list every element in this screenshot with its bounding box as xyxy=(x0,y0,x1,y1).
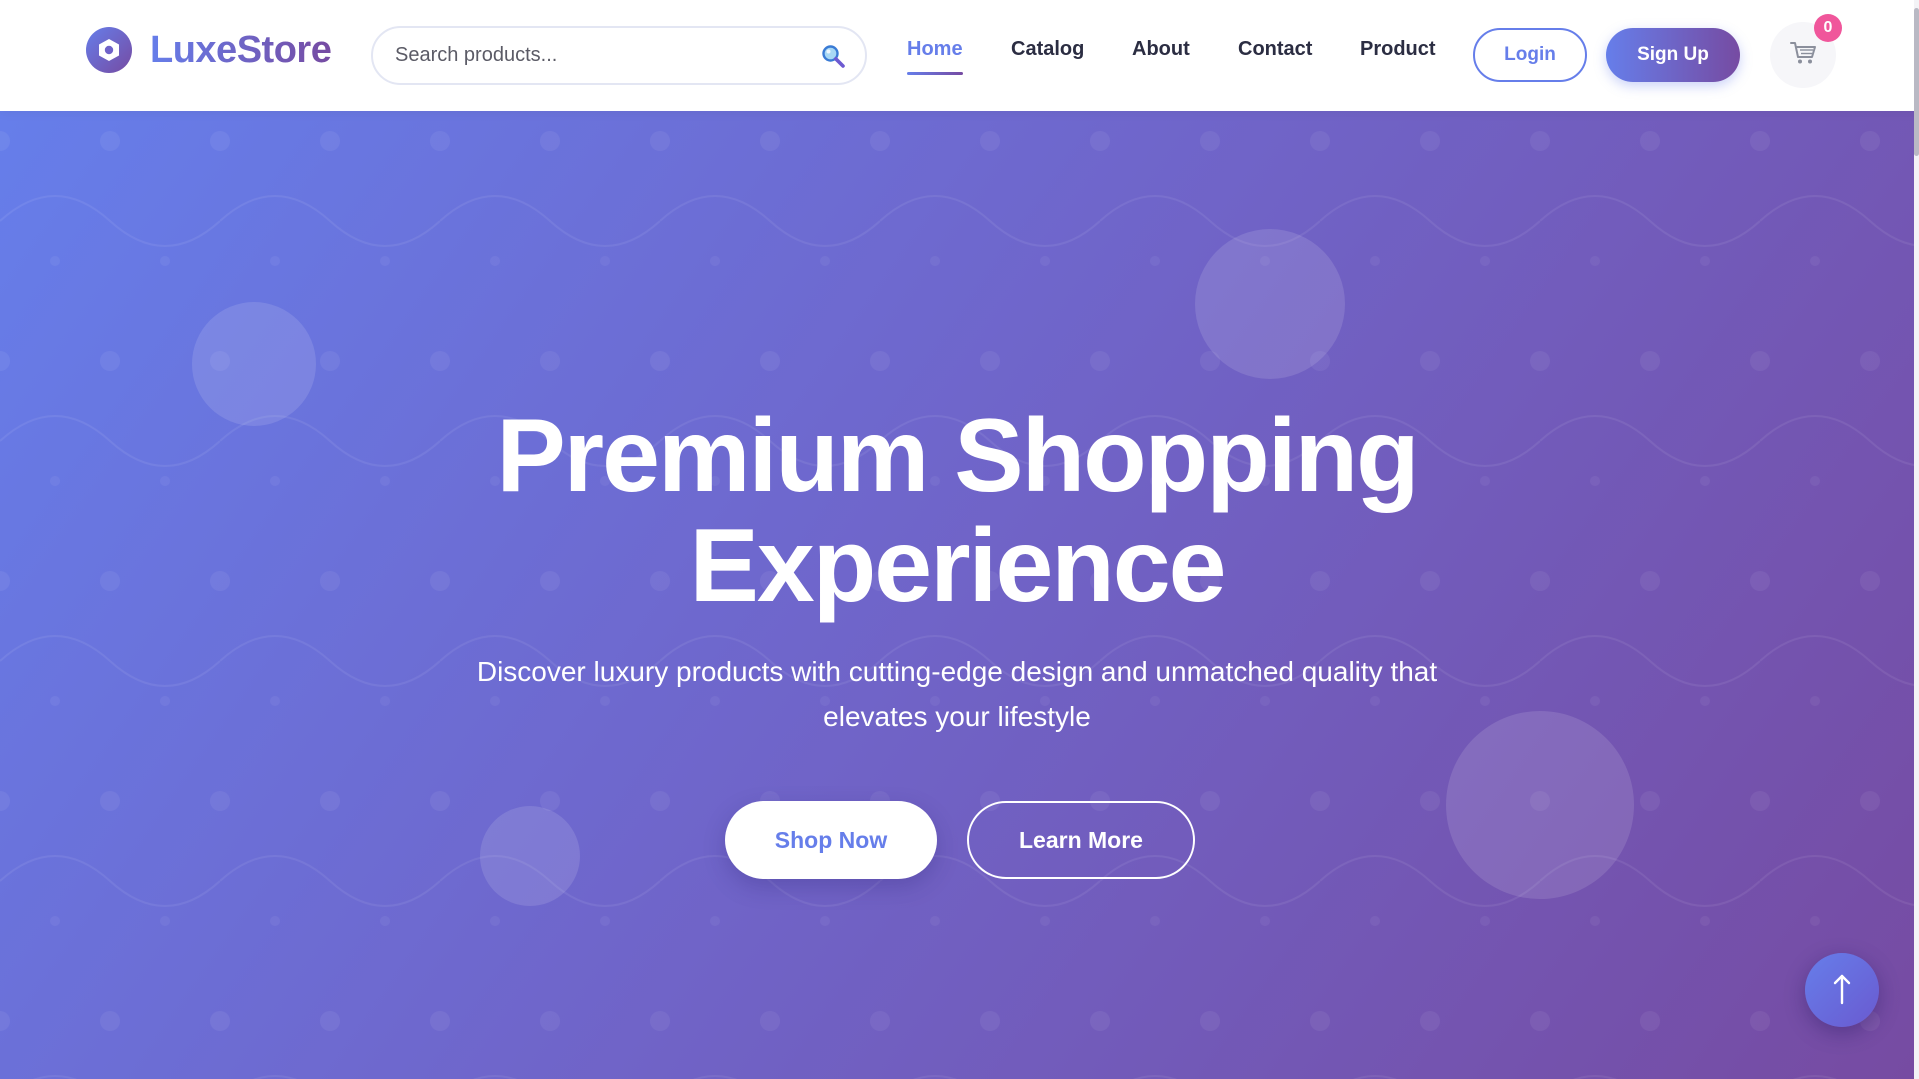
hero-title-line-1: Premium Shopping xyxy=(496,398,1419,514)
arrow-up-icon xyxy=(1830,972,1854,1009)
hero-subtitle: Discover luxury products with cutting-ed… xyxy=(476,656,1438,732)
cart-icon xyxy=(1789,40,1817,71)
hero-title-line-2: Experience xyxy=(689,508,1227,624)
page-scrollbar[interactable] xyxy=(1914,0,1919,1079)
learn-more-button[interactable]: Learn More xyxy=(967,801,1195,879)
scroll-to-top-button[interactable] xyxy=(1805,953,1879,1027)
signup-button[interactable]: Sign Up xyxy=(1606,28,1740,82)
hexagon-nut-icon xyxy=(86,27,132,73)
nav-catalog-label: Catalog xyxy=(1011,38,1085,60)
hero-title: Premium Shopping Experience xyxy=(0,401,1914,621)
search-icon[interactable] xyxy=(819,42,847,70)
logo-link[interactable]: LuxeStore xyxy=(86,26,332,74)
nav-contact[interactable]: Contact xyxy=(1238,38,1312,61)
hero-section: Premium Shopping Experience Discover lux… xyxy=(0,111,1914,1079)
nav-home-label: Home xyxy=(907,38,963,60)
nav-contact-label: Contact xyxy=(1238,38,1313,60)
cart-count-badge: 0 xyxy=(1814,14,1842,42)
nav-home[interactable]: Home xyxy=(907,38,963,75)
brand-name: LuxeStore xyxy=(150,28,332,71)
site-header: LuxeStore Home Catalog About xyxy=(0,0,1919,111)
nav-catalog[interactable]: Catalog xyxy=(1011,38,1084,61)
search-input[interactable] xyxy=(395,28,795,83)
cart-button[interactable]: 0 xyxy=(1770,14,1842,88)
active-nav-indicator xyxy=(907,72,963,75)
nav-product[interactable]: Product xyxy=(1360,38,1436,61)
nav-about-label: About xyxy=(1132,38,1190,60)
shop-now-button[interactable]: Shop Now xyxy=(725,801,937,879)
scrollbar-thumb[interactable] xyxy=(1914,8,1919,156)
decorative-bubble xyxy=(1195,229,1345,379)
search-box xyxy=(371,26,867,85)
decorative-bubble xyxy=(480,806,580,906)
nav-product-label: Product xyxy=(1360,38,1436,60)
nav-about[interactable]: About xyxy=(1132,38,1190,61)
decorative-bubble xyxy=(1446,711,1634,899)
page: LuxeStore Home Catalog About xyxy=(0,0,1919,1079)
login-button[interactable]: Login xyxy=(1473,28,1587,82)
